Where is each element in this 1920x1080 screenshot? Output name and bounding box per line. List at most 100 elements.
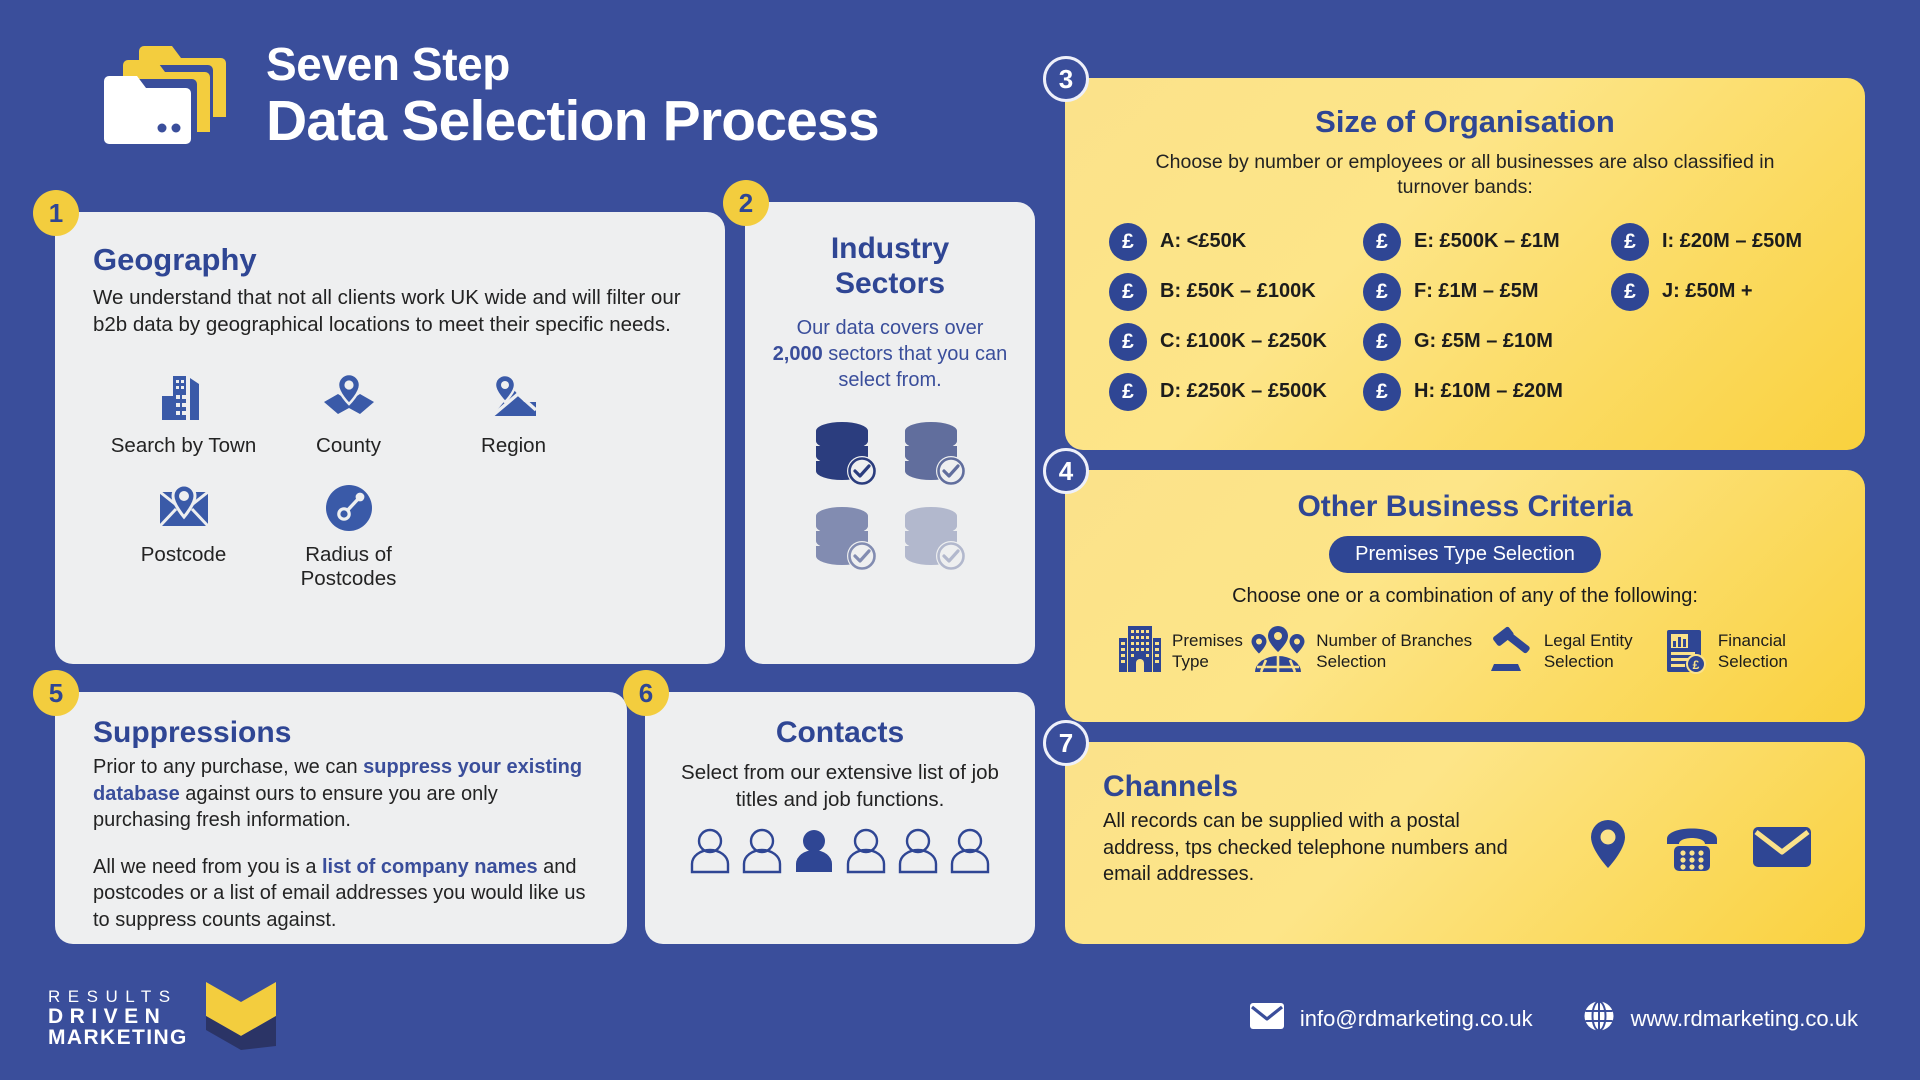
folders-icon: [100, 40, 232, 150]
sup-p2-pre: All we need from you is a: [93, 855, 322, 878]
title-main: Data Selection Process: [266, 88, 880, 153]
multi-location-pins-icon: [1249, 624, 1307, 679]
geography-options: Search by Town County Region Postcode Ra…: [101, 366, 661, 608]
band-label: A: <£50K: [1160, 230, 1247, 253]
person-icon: [897, 827, 939, 880]
logo-line-2: DRIVEN: [48, 1004, 167, 1028]
criteria-label: Legal Entity Selection: [1543, 630, 1633, 671]
turnover-band[interactable]: £ B: £50K – £100K: [1109, 272, 1363, 311]
step-badge-2: 2: [723, 180, 769, 226]
pound-icon: £: [1109, 372, 1147, 411]
people-icon-row: [645, 827, 1035, 880]
turnover-band[interactable]: £ C: £100K – £250K: [1109, 322, 1363, 361]
pound-icon: £: [1363, 272, 1401, 311]
footer-contact: info@rdmarketing.co.uk www.rdmarketing.c…: [1249, 1000, 1858, 1037]
pound-icon: £: [1611, 222, 1649, 261]
map-region-pin-icon: [431, 366, 596, 424]
geo-label: County: [316, 434, 381, 458]
financial-report-pound-icon: £: [1661, 624, 1709, 679]
turnover-band[interactable]: £ A: <£50K: [1109, 222, 1363, 261]
band-label: C: £100K – £250K: [1160, 330, 1327, 353]
turnover-band[interactable]: £ E: £500K – £1M: [1363, 222, 1611, 261]
geo-label: Region: [481, 434, 546, 458]
criteria-title: Other Business Criteria: [1297, 490, 1633, 523]
person-icon: [949, 827, 991, 880]
industry-title-line2: Sectors: [834, 266, 946, 300]
gavel-icon: [1485, 624, 1535, 679]
footer-website[interactable]: www.rdmarketing.co.uk: [1631, 1006, 1858, 1032]
industry-body-pre: Our data covers over: [796, 317, 984, 339]
turnover-band[interactable]: £ H: £10M – £20M: [1363, 372, 1611, 411]
step-card-other-business-criteria: 4 Other Business Criteria Premises Type …: [1043, 448, 1865, 722]
step-badge-4: 4: [1043, 448, 1089, 494]
radius-target-icon: [266, 475, 431, 533]
criteria-subtitle: Choose one or a combination of any of th…: [1232, 585, 1698, 607]
suppressions-paragraph-2: All we need from you is a list of compan…: [93, 854, 593, 934]
criteria-option-financial-selection[interactable]: £ Financial Selection: [1661, 624, 1819, 679]
person-filled-icon: [793, 827, 835, 880]
pound-icon: £: [1109, 222, 1147, 261]
criteria-option-premises-type[interactable]: Premises Type: [1117, 624, 1249, 679]
contacts-title: Contacts: [775, 716, 905, 749]
step-card-geography: 1 Geography We understand that not all c…: [33, 190, 725, 664]
criteria-option-number-of-branches[interactable]: Number of Branches Selection: [1249, 624, 1485, 679]
criteria-options: Premises Type Number of Branches Selecti…: [1065, 608, 1865, 679]
step-badge-6: 6: [623, 670, 669, 716]
buildings-icon: [101, 366, 266, 424]
geography-title: Geography: [93, 242, 257, 277]
turnover-band[interactable]: £ I: £20M – £50M: [1611, 222, 1851, 261]
database-check-icon: [809, 417, 883, 496]
turnover-band[interactable]: £ F: £1M – £5M: [1363, 272, 1611, 311]
turnover-band[interactable]: £ G: £5M – £10M: [1363, 322, 1611, 361]
step-card-size-of-organisation: 3 Size of Organisation Choose by number …: [1043, 56, 1865, 450]
band-label: J: £50M +: [1662, 280, 1753, 303]
turnover-band[interactable]: £ D: £250K – £500K: [1109, 372, 1363, 411]
person-icon: [845, 827, 887, 880]
criteria-label: Premises Type: [1172, 630, 1243, 671]
turnover-band-empty: [1611, 323, 1851, 361]
size-subtitle: Choose by number or employees or all bus…: [1155, 151, 1775, 199]
pound-icon: £: [1109, 272, 1147, 311]
sup-p1-pre: Prior to any purchase, we can: [93, 756, 364, 778]
suppressions-paragraph-1: Prior to any purchase, we can suppress y…: [93, 754, 593, 834]
step-card-suppressions: 5 Suppressions Prior to any purchase, we…: [33, 670, 627, 944]
criteria-option-legal-entity[interactable]: Legal Entity Selection: [1485, 624, 1661, 679]
header: Seven Step Data Selection Process: [100, 40, 880, 153]
database-check-icon: [809, 502, 883, 581]
database-check-icon: [898, 417, 972, 496]
postcode-envelope-pin-icon: [101, 475, 266, 533]
sup-p2-strong: list of company names: [322, 855, 538, 878]
geo-option-county[interactable]: County: [266, 366, 431, 459]
chevron-mark-icon: [202, 978, 280, 1059]
geo-label: Search by Town: [110, 434, 257, 458]
industry-title-line1: Industry: [830, 232, 950, 265]
size-title: Size of Organisation: [1315, 104, 1615, 139]
company-logo: RESULTS DRIVEN MARKETING: [48, 978, 280, 1059]
geo-option-postcode[interactable]: Postcode: [101, 475, 266, 592]
office-building-icon: [1117, 624, 1163, 679]
criteria-label: Number of Branches Selection: [1316, 630, 1473, 671]
telephone-icon: [1661, 819, 1723, 880]
band-label: E: £500K – £1M: [1414, 230, 1560, 253]
svg-text:£: £: [1693, 658, 1700, 672]
step-badge-5: 5: [33, 670, 79, 716]
geo-label: Radius of Postcodes: [300, 542, 397, 591]
footer-email[interactable]: info@rdmarketing.co.uk: [1300, 1006, 1533, 1032]
industry-title: Industry Sectors: [745, 232, 1035, 301]
pound-icon: £: [1109, 322, 1147, 361]
geo-option-search-by-town[interactable]: Search by Town: [101, 366, 266, 459]
geo-option-radius-of-postcodes[interactable]: Radius of Postcodes: [266, 475, 431, 592]
industry-body-strong: 2,000: [772, 343, 823, 365]
suppressions-title: Suppressions: [93, 716, 292, 749]
step-badge-7: 7: [1043, 720, 1089, 766]
band-label: H: £10M – £20M: [1414, 380, 1563, 403]
band-label: D: £250K – £500K: [1160, 380, 1327, 403]
turnover-bands: £ A: <£50K £ E: £500K – £1M £ I: £20M – £50…: [1065, 222, 1865, 411]
band-label: B: £50K – £100K: [1160, 280, 1316, 303]
geo-option-region[interactable]: Region: [431, 366, 596, 459]
premises-type-selection-pill[interactable]: Premises Type Selection: [1329, 536, 1601, 573]
database-icon-grid: [745, 417, 1035, 581]
turnover-band[interactable]: £ J: £50M +: [1611, 272, 1851, 311]
geography-body: We understand that not all clients work …: [93, 286, 681, 337]
logo-wordmark: RESULTS DRIVEN MARKETING: [48, 988, 188, 1049]
